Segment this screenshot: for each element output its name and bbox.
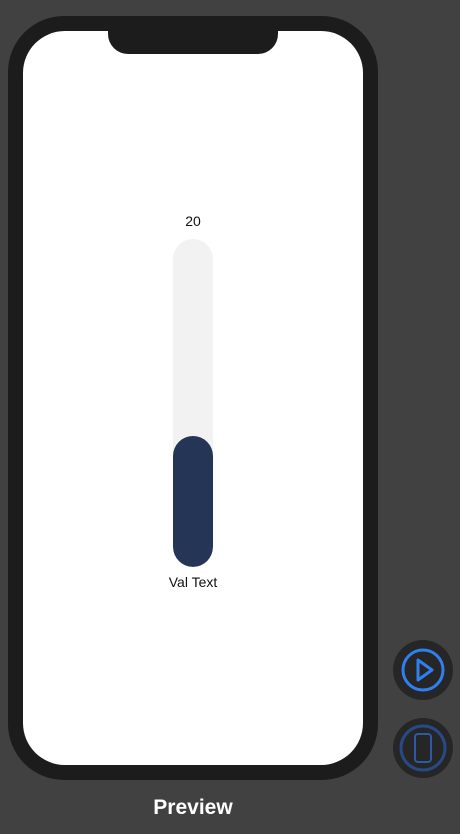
slider-value-label: 20 bbox=[185, 213, 201, 229]
preview-label: Preview bbox=[153, 796, 233, 819]
play-circle-icon bbox=[401, 648, 445, 692]
phone-notch bbox=[108, 31, 278, 54]
live-preview-button[interactable] bbox=[393, 640, 453, 700]
vertical-slider[interactable] bbox=[173, 239, 213, 567]
device-settings-button[interactable] bbox=[393, 718, 453, 778]
phone-screen: 20 Val Text bbox=[23, 31, 363, 765]
device-icon bbox=[399, 724, 447, 772]
slider-fill[interactable] bbox=[173, 435, 213, 567]
phone-frame: 20 Val Text bbox=[8, 16, 378, 780]
slider-caption-label: Val Text bbox=[168, 574, 218, 590]
